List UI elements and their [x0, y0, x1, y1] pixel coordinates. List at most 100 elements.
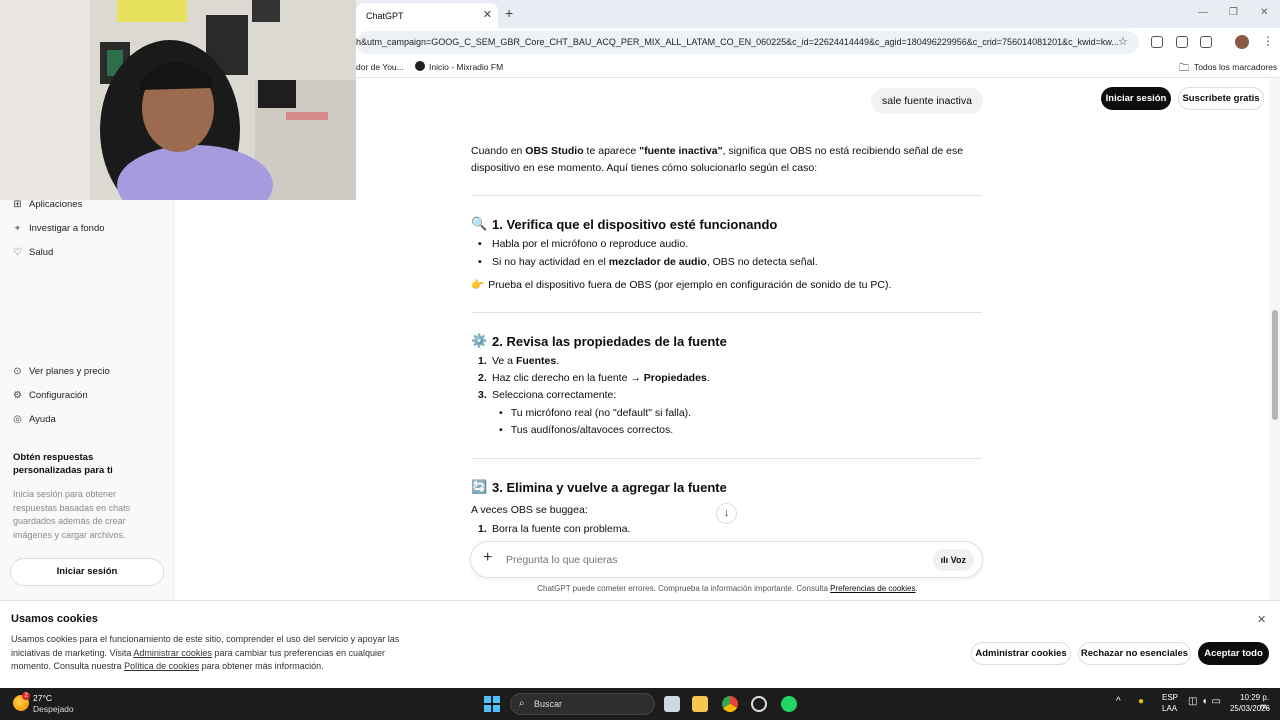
divider	[471, 458, 982, 459]
obs-icon[interactable]	[751, 696, 767, 712]
puzzle-icon[interactable]	[1200, 36, 1212, 48]
list-item-text: Ve a Fuentes.	[492, 355, 560, 367]
sidebar-item-settings[interactable]: ⚙ Configuración	[12, 390, 88, 401]
manage-cookies-button[interactable]: Administrar cookies	[971, 642, 1071, 665]
cookie-prefs-link[interactable]: Preferencias de cookies	[830, 584, 915, 593]
close-window-icon[interactable]: ✕	[1260, 7, 1268, 18]
tab-chatgpt[interactable]: ChatGPT ✕	[356, 3, 498, 28]
list-item-text: Habla por el micrófono o reproduce audio…	[492, 238, 689, 250]
section-title: 1. Verifica que el dispositivo esté func…	[492, 216, 778, 232]
section-title: 3. Elimina y vuelve a agregar la fuente	[492, 479, 727, 495]
new-tab-button[interactable]: +	[505, 5, 513, 21]
list-item-text: Tus audífonos/altavoces correctos.	[510, 424, 674, 436]
bookmark-item[interactable]: Inicio - Mixradio FM	[429, 62, 503, 72]
intro-bold-obs: OBS Studio	[525, 145, 584, 157]
header-subscribe-button[interactable]: Suscríbete gratis	[1178, 87, 1264, 110]
plans-icon: ⊙	[13, 366, 22, 377]
clock-date[interactable]: 25/03/2026	[1225, 704, 1270, 713]
chevron-up-icon[interactable]: ^	[1116, 696, 1121, 707]
section-1-heading: 🔍 1. Verifica que el dispositivo esté fu…	[471, 216, 777, 232]
voice-label: Voz	[950, 555, 966, 565]
sub-list-item: • Tus audífonos/altavoces correctos.	[499, 424, 674, 436]
intro-text: Cuando en	[471, 145, 526, 157]
sidebar-item-label: Ver planes y precio	[29, 366, 110, 377]
section-3-intro: A veces OBS se buggea:	[471, 504, 588, 516]
list-item-text: Haz clic derecho en la fuente → Propieda…	[492, 372, 710, 384]
cast-icon[interactable]	[1176, 36, 1188, 48]
voice-button[interactable]: ılı Voz	[932, 549, 974, 571]
intro-text: te aparece	[583, 145, 640, 157]
all-bookmarks[interactable]: Todos los marcadores	[1194, 62, 1277, 72]
bookmark-star-icon[interactable]: ☆	[1118, 35, 1128, 48]
section-2-heading: ⚙️ 2. Revisa las propiedades de la fuent…	[471, 333, 727, 349]
help-icon: ◎	[13, 414, 22, 425]
kebab-menu-icon[interactable]: ⋮	[1262, 34, 1274, 48]
attach-plus-icon[interactable]: +	[483, 549, 492, 567]
section-3-heading: 🔄 3. Elimina y vuelve a agregar la fuent…	[471, 479, 727, 495]
tab-close-icon[interactable]: ✕	[483, 8, 492, 21]
language-top[interactable]: ESP	[1162, 693, 1178, 702]
url-field[interactable]: h&utm_campaign=GOOG_C_SEM_GBR_Core_CHT_B…	[356, 31, 1139, 54]
scroll-down-icon[interactable]: ↓	[716, 503, 737, 524]
language-bottom[interactable]: LAA	[1162, 704, 1177, 713]
windows-taskbar: 2 27°C Despejado ⌕ Buscar ^ ● ESP LAA ◫◖…	[0, 688, 1280, 720]
reject-cookies-button[interactable]: Rechazar no esenciales	[1078, 642, 1191, 665]
list-item-text: Si no hay actividad en el mezclador de a…	[492, 256, 818, 268]
grid-icon: ⊞	[13, 199, 22, 210]
sidebar-item-label: Aplicaciones	[29, 199, 83, 210]
spotify-icon[interactable]	[781, 696, 797, 712]
list-item: 3. Selecciona correctamente:	[478, 389, 617, 401]
heart-icon: ♡	[13, 247, 22, 258]
sidebar-item-apps[interactable]: ⊞ Aplicaciones	[12, 199, 82, 210]
tip-line: 👉 Prueba el dispositivo fuera de OBS (po…	[471, 277, 891, 294]
tip-text: Prueba el dispositivo fuera de OBS (por …	[488, 279, 892, 291]
profile-avatar[interactable]	[1235, 35, 1249, 49]
webcam-feed-image	[0, 0, 356, 200]
tab-title: ChatGPT	[366, 10, 404, 21]
cookie-banner: Usamos cookies Usamos cookies para el fu…	[0, 600, 1280, 688]
microphone-icon[interactable]: ●	[1138, 696, 1144, 707]
close-icon[interactable]: ✕	[1257, 613, 1266, 626]
network-volume-battery-icons[interactable]: ◫◖▭	[1188, 696, 1225, 707]
gear-emoji-icon: ⚙️	[471, 333, 488, 348]
intro-line-1: Cuando en OBS Studio te aparece "fuente …	[471, 143, 963, 160]
list-item: 1. Ve a Fuentes.	[478, 355, 560, 367]
accept-cookies-button[interactable]: Aceptar todo	[1198, 642, 1269, 665]
taskbar-search[interactable]: ⌕ Buscar	[510, 693, 655, 715]
restore-icon[interactable]: ❐	[1229, 7, 1238, 18]
minimize-icon[interactable]: —	[1198, 7, 1208, 18]
task-view-icon[interactable]	[664, 696, 680, 712]
extension-icon[interactable]	[1151, 36, 1163, 48]
promo-title: Obtén respuestas personalizadas para ti	[13, 452, 113, 476]
gear-icon: ⚙	[13, 390, 22, 401]
list-item: 2. Haz clic derecho en la fuente → Propie…	[478, 372, 710, 384]
divider	[471, 195, 982, 196]
search-label: Buscar	[534, 699, 563, 709]
intro-line-2: dispositivo en ese momento. Aquí tienes …	[471, 162, 818, 174]
list-item: • Habla por el micrófono o reproduce audi…	[478, 238, 689, 250]
pointing-hand-icon: 👉	[471, 279, 485, 291]
waveform-icon: ılı	[940, 555, 951, 565]
composer: + ılı Voz	[470, 541, 983, 578]
list-item: 1. Borra la fuente con problema.	[478, 523, 631, 535]
sidebar-item-plans[interactable]: ⊙ Ver planes y precio	[12, 366, 110, 377]
scrollbar-thumb[interactable]	[1272, 310, 1278, 420]
sidebar-item-health[interactable]: ♡ Salud	[12, 247, 53, 258]
user-message-bubble: sale fuente inactiva	[871, 88, 983, 114]
manage-cookies-link[interactable]: Administrar cookies	[133, 648, 212, 658]
chrome-icon[interactable]	[722, 696, 738, 712]
section-title: 2. Revisa las propiedades de la fuente	[492, 333, 727, 349]
windows-start-icon[interactable]	[484, 696, 500, 712]
sidebar-item-label: Investigar a fondo	[29, 223, 105, 234]
file-explorer-icon[interactable]	[692, 696, 708, 712]
header-login-button[interactable]: Iniciar sesión	[1101, 87, 1171, 110]
sidebar-login-button[interactable]: Iniciar sesión	[10, 558, 164, 586]
bookmark-item[interactable]: dor de You...	[356, 62, 404, 72]
prompt-input[interactable]	[506, 546, 886, 574]
sidebar-item-help[interactable]: ◎ Ayuda	[12, 414, 56, 425]
sidebar-item-deep-research[interactable]: ⌖ Investigar a fondo	[12, 223, 105, 234]
cookie-policy-link[interactable]: Política de cookies	[124, 661, 199, 671]
folder-icon: 🗀	[1179, 63, 1189, 74]
sidebar-item-label: Configuración	[29, 390, 88, 401]
divider	[471, 312, 982, 313]
